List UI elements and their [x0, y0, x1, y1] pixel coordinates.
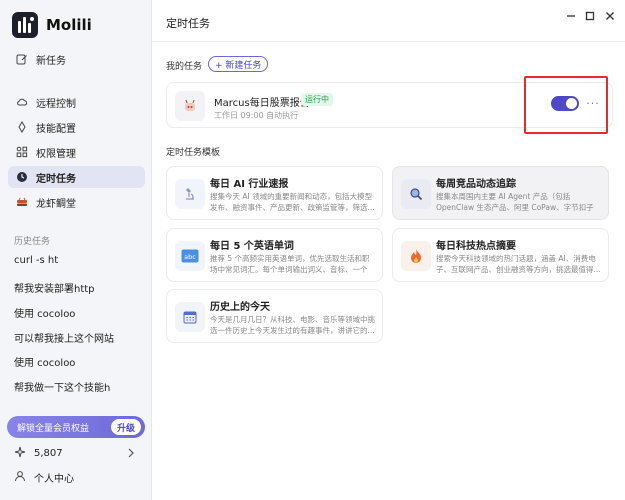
member-banner[interactable]: 解锁全量会员权益 升级 [7, 416, 145, 438]
main-panel: 定时任务 我的任务 + 新建任务 Marcus每日股票报告 运行中 工作日 09… [152, 0, 625, 500]
sidebar-new-task[interactable]: 新任务 [8, 48, 145, 70]
upgrade-button[interactable]: 升级 [111, 419, 141, 435]
history-item[interactable]: 使用 cocoloo [14, 354, 75, 369]
clock-icon [16, 171, 28, 183]
template-desc: 搜集本周国内主要 AI Agent 产品（包括 OpenClaw 生态产品、阿里… [436, 192, 594, 212]
template-card[interactable]: 每日 AI 行业速报 搜集今天 AI 领域的重要新闻和动态，包括大模型发布、融资… [166, 166, 383, 220]
history-item[interactable]: 可以帮我接上这个网站 [14, 330, 114, 345]
sidebar-item-lobster[interactable]: 龙虾鲷堂 [8, 191, 145, 213]
status-badge: 运行中 [301, 93, 333, 106]
grid-icon [16, 146, 28, 158]
my-tasks-label: 我的任务 [166, 62, 203, 72]
stock-report-icon [175, 91, 205, 121]
template-card[interactable]: 历史上的今天 今天是几月几日？从科技、电影、音乐等领域中挑选一件历史上今天发生过… [166, 289, 383, 343]
sidebar-item-remote[interactable]: 远程控制 [8, 91, 145, 113]
template-desc: 推荐 5 个高频实用英语单词，优先选取生活和职场中常见词汇。每个单词输出词义、音… [210, 254, 370, 274]
sidebar-item-schedule[interactable]: 定时任务 [8, 166, 145, 188]
task-schedule: 工作日 09:00 自动执行 [214, 111, 299, 120]
history-item[interactable]: 帮我做一下这个技能h [14, 379, 110, 394]
sidebar-item-label: 远程控制 [36, 98, 76, 110]
sidebar: Molili 新任务 远程控制 技能配置 权限管理 定时任务 龙虾鲷堂 历史任务… [0, 0, 152, 500]
tool-icon [16, 121, 28, 133]
template-desc: 搜集今天 AI 领域的重要新闻和动态，包括大模型发布、融资事件、产品更新、政策监… [210, 192, 375, 212]
template-desc: 今天是几月几日？从科技、电影、音乐等领域中挑选一件历史上今天发生过的有趣事件，讲… [210, 315, 375, 335]
toggle-knob [566, 98, 577, 109]
history-item[interactable]: 使用 cocoloo [14, 305, 75, 320]
brand: Molili [12, 12, 92, 38]
sidebar-item-label: 龙虾鲷堂 [36, 198, 76, 210]
close-icon[interactable] [603, 9, 617, 23]
template-card[interactable]: 每日科技热点摘要 搜索今天科技领域的热门话题，涵盖 AI、消费电子、互联网产品、… [392, 228, 609, 282]
lobster-icon [16, 196, 28, 208]
cloud-icon [16, 96, 28, 108]
sidebar-item-label: 定时任务 [36, 173, 76, 185]
points-value: 5,807 [34, 447, 63, 459]
points-row[interactable]: 5,807 [14, 446, 136, 460]
templates-label: 定时任务模板 [166, 148, 221, 158]
task-card[interactable]: Marcus每日股票报告 运行中 工作日 09:00 自动执行 [166, 82, 613, 128]
history-item[interactable]: 帮我安装部署http [14, 280, 95, 295]
calendar-icon [175, 302, 205, 332]
abc-icon: abc [175, 241, 205, 271]
template-title: 每日科技热点摘要 [436, 241, 516, 252]
sidebar-item-label: 技能配置 [36, 123, 76, 135]
svg-text:abc: abc [184, 253, 196, 261]
magnifier-icon [401, 179, 431, 209]
member-banner-text: 解锁全量会员权益 [17, 423, 90, 434]
user-center-row[interactable]: 个人中心 [14, 470, 74, 485]
template-title: 历史上的今天 [210, 302, 270, 313]
user-center-label: 个人中心 [34, 473, 74, 485]
task-enabled-toggle[interactable] [551, 96, 579, 111]
sidebar-new-task-label: 新任务 [36, 55, 66, 67]
template-card[interactable]: abc 每日 5 个英语单词 推荐 5 个高频实用英语单词，优先选取生活和职场中… [166, 228, 383, 282]
molili-logo-icon [12, 12, 38, 38]
page-title: 定时任务 [166, 17, 210, 30]
sidebar-item-label: 权限管理 [36, 148, 76, 160]
template-card[interactable]: 每周竞品动态追踪 搜集本周国内主要 AI Agent 产品（包括 OpenCla… [392, 166, 609, 220]
history-item[interactable]: curl -s ht [14, 255, 58, 266]
more-options-icon[interactable]: ··· [585, 97, 601, 110]
new-task-button[interactable]: + 新建任务 [208, 56, 269, 72]
history-section-label: 历史任务 [14, 237, 51, 247]
sidebar-item-skills[interactable]: 技能配置 [8, 116, 145, 138]
maximize-icon[interactable] [583, 9, 597, 23]
template-title: 每日 AI 行业速报 [210, 179, 289, 190]
microscope-icon [175, 179, 205, 209]
template-title: 每日 5 个英语单词 [210, 241, 294, 252]
chevron-right-icon [126, 446, 136, 463]
template-desc: 搜索今天科技领域的热门话题，涵盖 AI、消费电子、互联网产品、创业融资等方向，挑… [436, 254, 601, 274]
edit-icon [16, 53, 28, 65]
title-bar: 定时任务 [152, 0, 625, 42]
fire-icon [401, 241, 431, 271]
app-name: Molili [46, 16, 92, 34]
task-name: Marcus每日股票报告 [214, 98, 310, 109]
minimize-icon[interactable] [564, 9, 578, 23]
sparkle-icon [14, 446, 26, 461]
template-title: 每周竞品动态追踪 [436, 179, 516, 190]
sidebar-item-permissions[interactable]: 权限管理 [8, 141, 145, 163]
user-icon [14, 470, 26, 485]
